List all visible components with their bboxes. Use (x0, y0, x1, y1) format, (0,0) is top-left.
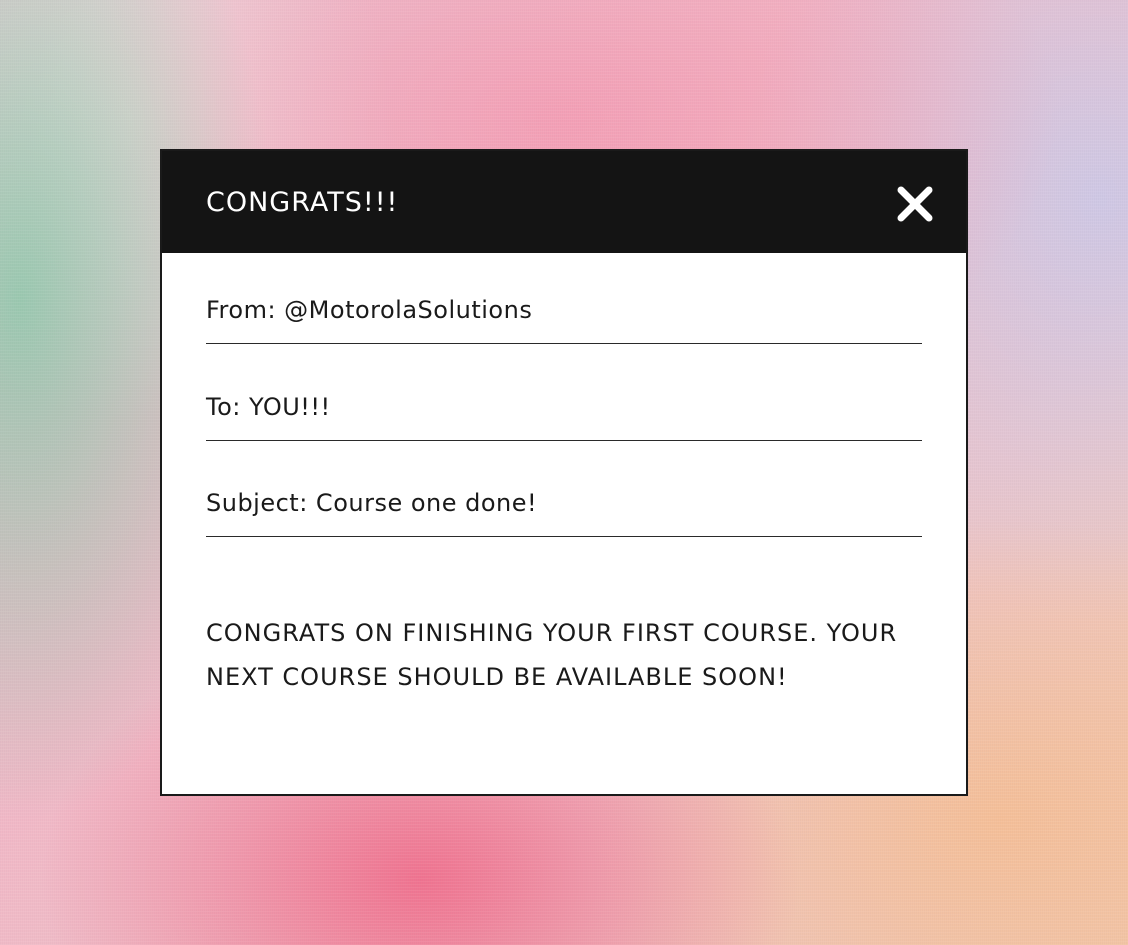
subject-text: Subject: Course one done! (206, 489, 538, 517)
subject-field: Subject: Course one done! (206, 488, 922, 548)
from-underline (206, 343, 922, 344)
dialog-title: CONGRATS!!! (206, 187, 399, 218)
to-text: To: YOU!!! (206, 393, 331, 421)
message-body: CONGRATS ON FINISHING YOUR FIRST COURSE.… (206, 619, 898, 691)
dialog-titlebar: CONGRATS!!! (162, 151, 966, 253)
message-dialog: CONGRATS!!! From: @MotorolaSolutions To:… (160, 149, 968, 796)
from-text: From: @MotorolaSolutions (206, 296, 533, 324)
to-field: To: YOU!!! (206, 392, 922, 452)
to-underline (206, 440, 922, 441)
close-icon[interactable] (896, 185, 934, 223)
subject-underline (206, 536, 922, 537)
from-field: From: @MotorolaSolutions (206, 295, 922, 355)
